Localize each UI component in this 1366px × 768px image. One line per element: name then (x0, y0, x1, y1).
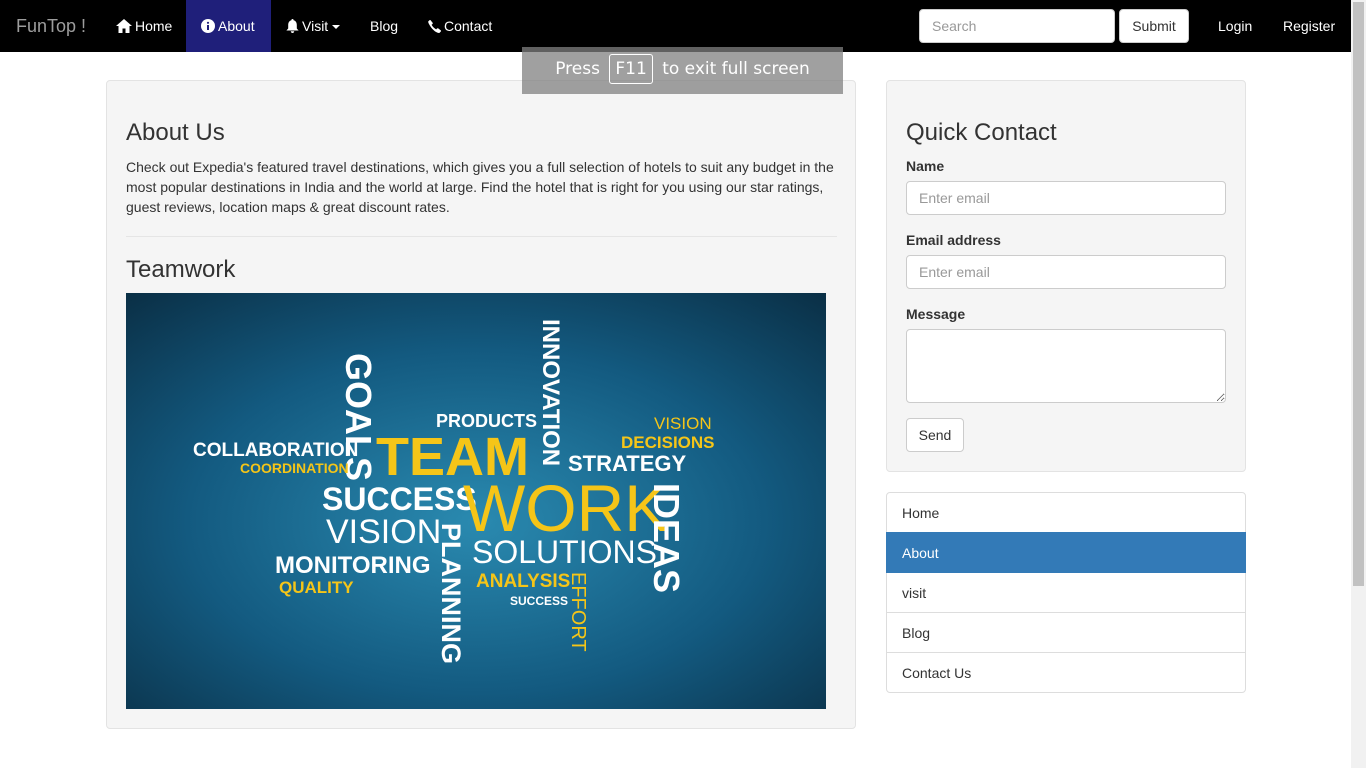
nav-contact[interactable]: Contact (413, 0, 507, 52)
quick-contact-title: Quick Contact (906, 119, 1057, 146)
brand-logo[interactable]: FunTop ! (16, 0, 86, 52)
email-label: Email address (906, 232, 1001, 248)
sidebar-item-visit[interactable]: visit (886, 572, 1246, 613)
nav-about[interactable]: About (186, 0, 271, 52)
search-submit-button[interactable]: Submit (1119, 9, 1189, 43)
sidebar-item-about[interactable]: About (886, 532, 1246, 573)
nav-home[interactable]: Home (101, 0, 187, 52)
sidebar-item-home[interactable]: Home (886, 492, 1246, 533)
nav-about-label: About (218, 18, 255, 34)
nav-blog-label: Blog (370, 18, 399, 34)
about-title: About Us (126, 119, 225, 146)
info-icon (201, 19, 215, 33)
message-label: Message (906, 306, 966, 322)
word-analysis: ANALYSIS (476, 571, 570, 592)
teamwork-word-cloud-image: INNOVATION GOALS PRODUCTS VISION DECISIO… (126, 293, 826, 709)
word-solutions: SOLUTIONS (472, 534, 657, 570)
home-icon (116, 19, 132, 33)
nav-visit-label: Visit (302, 18, 329, 34)
message-field[interactable] (906, 329, 1226, 403)
bell-icon (286, 19, 299, 33)
fullscreen-notice: Press F11 to exit full screen (522, 47, 843, 94)
sidebar-item-contact-us[interactable]: Contact Us (886, 652, 1246, 693)
word-vision: VISION (326, 513, 441, 551)
send-button[interactable]: Send (906, 418, 964, 452)
fullscreen-notice-key: F11 (609, 54, 653, 84)
chevron-down-icon (332, 25, 341, 30)
quick-contact-panel: Quick Contact Name Email address Message… (886, 80, 1246, 472)
email-field[interactable] (906, 255, 1226, 289)
teamwork-title: Teamwork (126, 256, 236, 283)
nav-visit-dropdown[interactable]: Visit (271, 0, 355, 52)
word-success-small: SUCCESS (510, 594, 568, 608)
sidebar-links: Home About visit Blog Contact Us (886, 492, 1246, 693)
word-innovation: INNOVATION (537, 319, 564, 466)
scrollbar-thumb[interactable] (1353, 2, 1364, 586)
name-label: Name (906, 158, 945, 174)
sidebar-item-blog[interactable]: Blog (886, 612, 1246, 653)
divider (126, 236, 837, 237)
nav-home-label: Home (135, 18, 173, 34)
fullscreen-notice-prefix: Press (555, 59, 600, 79)
word-planning: PLANNING (436, 523, 466, 664)
word-vision-top: VISION (654, 414, 712, 433)
word-decisions: DECISIONS (621, 433, 715, 452)
nav-contact-label: Contact (444, 18, 493, 34)
page-scrollbar[interactable] (1351, 0, 1366, 768)
search-input[interactable] (919, 9, 1115, 43)
phone-icon (428, 19, 442, 33)
about-text: Check out Expedia's featured travel dest… (126, 159, 834, 215)
word-monitoring: MONITORING (275, 552, 431, 579)
word-coordination: COORDINATION (240, 460, 349, 476)
about-panel: About Us Check out Expedia's featured tr… (106, 80, 856, 729)
top-navbar: FunTop ! Home About Visit Blog Contact S… (0, 0, 1351, 52)
word-collaboration: COLLABORATION (193, 440, 358, 461)
word-success: SUCCESS (322, 481, 477, 517)
fullscreen-notice-suffix: to exit full screen (662, 59, 810, 79)
word-quality: QUALITY (279, 578, 354, 597)
nav-blog[interactable]: Blog (355, 0, 413, 52)
register-link[interactable]: Register (1268, 0, 1350, 52)
word-effort: EFFORT (567, 572, 589, 652)
login-link[interactable]: Login (1203, 0, 1267, 52)
name-field[interactable] (906, 181, 1226, 215)
